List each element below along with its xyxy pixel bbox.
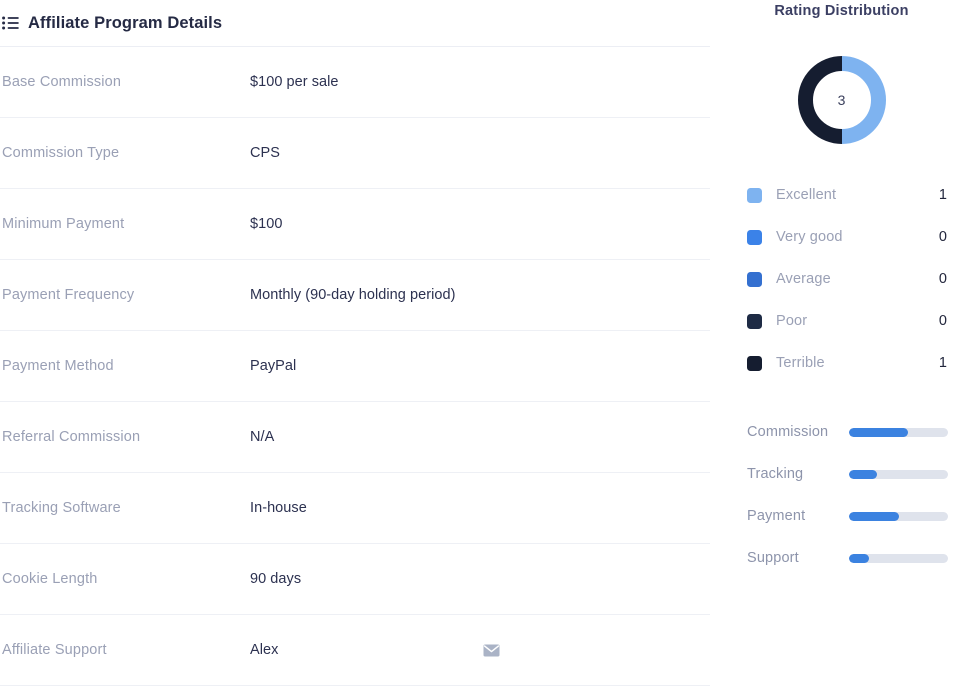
detail-value-text: Alex xyxy=(250,642,278,658)
score-bar-track xyxy=(849,512,948,521)
score-bar-payment: Payment xyxy=(711,495,972,537)
affiliate-program-details-panel: Affiliate Program Details Base Commissio… xyxy=(0,0,710,658)
rating-donut-chart: 3 xyxy=(711,52,972,148)
legend-swatch-icon xyxy=(747,272,762,287)
legend-label: Average xyxy=(776,271,937,287)
score-bar-label: Tracking xyxy=(747,466,803,482)
detail-value-text: In-house xyxy=(250,500,307,516)
donut-svg xyxy=(794,52,890,148)
score-bar-label: Payment xyxy=(747,508,805,524)
legend-label: Very good xyxy=(776,229,937,245)
table-row: Referral CommissionN/A xyxy=(0,402,710,473)
legend-label: Poor xyxy=(776,313,937,329)
score-bar-tracking: Tracking xyxy=(711,453,972,495)
detail-value-text: CPS xyxy=(250,145,280,161)
score-bar-track xyxy=(849,470,948,479)
legend-item-average[interactable]: Average0 xyxy=(711,258,972,300)
details-table: Base Commission$100 per saleCommission T… xyxy=(0,47,710,686)
legend-count: 0 xyxy=(937,271,947,287)
score-bar-fill xyxy=(849,512,899,521)
detail-label: Base Commission xyxy=(0,74,250,90)
table-row: Affiliate SupportAlex xyxy=(0,615,710,686)
detail-value-text: N/A xyxy=(250,429,274,445)
detail-value: $100 xyxy=(250,216,710,232)
score-bar-track xyxy=(849,554,948,563)
detail-value: Monthly (90-day holding period) xyxy=(250,287,710,303)
rating-distribution-title: Rating Distribution xyxy=(711,3,972,19)
legend-count: 0 xyxy=(937,313,947,329)
legend-swatch-icon xyxy=(747,230,762,245)
legend-count: 1 xyxy=(937,355,947,371)
legend-swatch-icon xyxy=(747,314,762,329)
score-bar-commission: Commission xyxy=(711,411,972,453)
score-bar-fill xyxy=(849,554,869,563)
donut-slice[interactable] xyxy=(842,64,879,137)
detail-value: N/A xyxy=(250,429,710,445)
rating-legend: Excellent1Very good0Average0Poor0Terribl… xyxy=(711,174,972,384)
detail-value: CPS xyxy=(250,145,710,161)
score-bars: Commission Tracking Payment Support xyxy=(711,411,972,579)
detail-value-text: 90 days xyxy=(250,571,301,587)
detail-label: Tracking Software xyxy=(0,500,250,516)
detail-value: In-house xyxy=(250,500,710,516)
rating-distribution-panel: Rating Distribution 3 Excellent1Very goo… xyxy=(711,0,972,658)
score-bar-fill xyxy=(849,470,877,479)
table-row: Minimum Payment$100 xyxy=(0,189,710,260)
mail-icon[interactable] xyxy=(483,644,500,657)
legend-count: 0 xyxy=(937,229,947,245)
legend-swatch-icon xyxy=(747,356,762,371)
legend-label: Terrible xyxy=(776,355,937,371)
table-row: Cookie Length90 days xyxy=(0,544,710,615)
page-title: Affiliate Program Details xyxy=(28,14,222,33)
table-row: Tracking SoftwareIn-house xyxy=(0,473,710,544)
donut-slice[interactable] xyxy=(805,64,842,137)
score-bar-support: Support xyxy=(711,537,972,579)
legend-swatch-icon xyxy=(747,188,762,203)
score-bar-fill xyxy=(849,428,908,437)
detail-value: PayPal xyxy=(250,358,710,374)
legend-item-poor[interactable]: Poor0 xyxy=(711,300,972,342)
detail-value-text: $100 per sale xyxy=(250,74,339,90)
score-bar-label: Support xyxy=(747,550,799,566)
list-icon xyxy=(2,16,19,30)
legend-label: Excellent xyxy=(776,187,937,203)
detail-label: Payment Method xyxy=(0,358,250,374)
detail-label: Cookie Length xyxy=(0,571,250,587)
legend-item-very-good[interactable]: Very good0 xyxy=(711,216,972,258)
table-row: Payment MethodPayPal xyxy=(0,331,710,402)
affiliate-program-screen: Affiliate Program Details Base Commissio… xyxy=(0,0,972,658)
score-bar-label: Commission xyxy=(747,424,828,440)
detail-value-text: Monthly (90-day holding period) xyxy=(250,287,455,303)
detail-label: Minimum Payment xyxy=(0,216,250,232)
detail-value: Alex xyxy=(250,642,710,658)
detail-value-text: $100 xyxy=(250,216,282,232)
score-bar-track xyxy=(849,428,948,437)
detail-label: Referral Commission xyxy=(0,429,250,445)
table-row: Commission TypeCPS xyxy=(0,118,710,189)
detail-label: Affiliate Support xyxy=(0,642,250,658)
detail-label: Payment Frequency xyxy=(0,287,250,303)
legend-item-excellent[interactable]: Excellent1 xyxy=(711,174,972,216)
table-row: Payment FrequencyMonthly (90-day holding… xyxy=(0,260,710,331)
details-header: Affiliate Program Details xyxy=(0,0,710,47)
legend-item-terrible[interactable]: Terrible1 xyxy=(711,342,972,384)
detail-value: $100 per sale xyxy=(250,74,710,90)
detail-value-text: PayPal xyxy=(250,358,296,374)
detail-value: 90 days xyxy=(250,571,710,587)
detail-label: Commission Type xyxy=(0,145,250,161)
table-row: Base Commission$100 per sale xyxy=(0,47,710,118)
legend-count: 1 xyxy=(937,187,947,203)
